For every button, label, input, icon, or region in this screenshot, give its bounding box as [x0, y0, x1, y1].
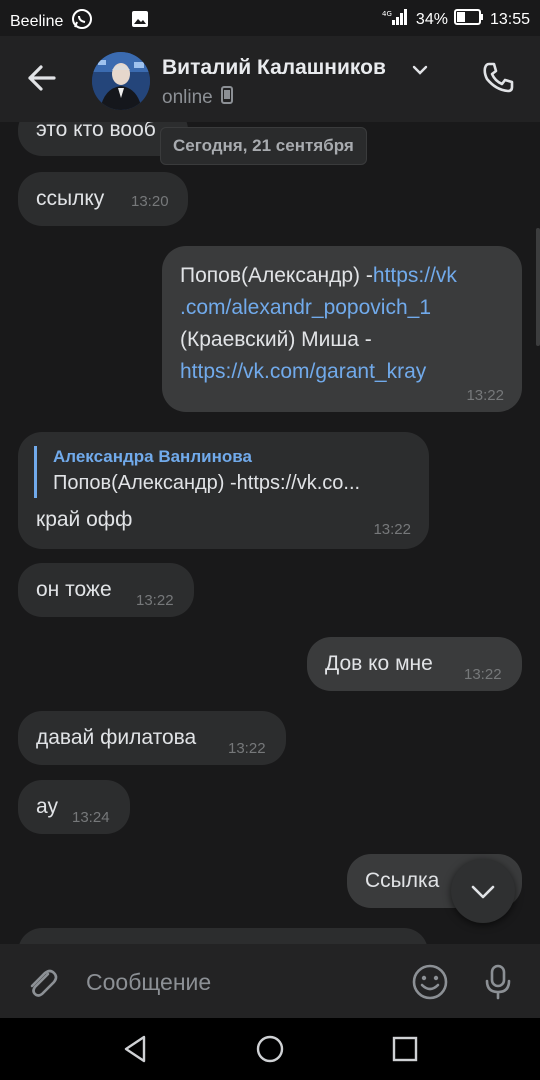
battery-percent: 34%: [415, 10, 448, 28]
chevron-down-icon[interactable]: [410, 60, 430, 80]
message-text: (Краевский) Миша -: [180, 328, 372, 351]
whatsapp-icon: [71, 8, 93, 35]
reply-text: Попов(Александр) -https://vk.co...: [53, 472, 361, 494]
signal-icon: 4G: [382, 8, 410, 31]
message-text: он тоже: [36, 578, 112, 601]
emoji-icon: [412, 964, 448, 1000]
message-bubble[interactable]: он тоже 13:22: [18, 563, 194, 617]
message-list[interactable]: это кто вооб Сегодня, 21 сентября ссылку…: [0, 122, 540, 944]
call-button[interactable]: [478, 58, 518, 98]
chevron-down-icon: [471, 885, 495, 899]
message-time: 13:20: [131, 193, 169, 210]
clock: 13:55: [489, 10, 530, 28]
message-bubble[interactable]: Александра Ванлинова Попов(Александр) -h…: [18, 432, 429, 549]
scrollbar[interactable]: [536, 228, 540, 346]
carrier-label: Beeline: [10, 12, 64, 30]
microphone-icon: [485, 964, 511, 1000]
message-time: 13:24: [72, 809, 110, 826]
message-bubble[interactable]: [18, 928, 428, 944]
chat-header: Виталий Калашников online: [0, 36, 540, 122]
voice-button[interactable]: [478, 962, 518, 1002]
message-text: край офф: [36, 508, 133, 531]
message-text: Попов(Александр) -: [180, 264, 373, 287]
system-nav-bar: [0, 1018, 540, 1080]
date-separator: Сегодня, 21 сентября: [160, 127, 367, 165]
message-text: ау: [36, 795, 58, 818]
image-icon: [131, 10, 149, 33]
message-text: Ссылка: [365, 869, 440, 892]
message-link[interactable]: https://vk: [373, 264, 457, 287]
nav-home-button[interactable]: [253, 1032, 287, 1066]
message-time: 13:22: [228, 740, 266, 757]
contact-name[interactable]: Виталий Калашников: [162, 56, 386, 80]
paperclip-icon: [30, 969, 58, 997]
contact-status: online: [162, 86, 233, 110]
phone-icon: [483, 62, 514, 93]
message-bubble[interactable]: давай филатова 13:22: [18, 711, 286, 765]
message-time: 13:22: [136, 592, 174, 609]
message-time: 13:22: [466, 387, 504, 404]
message-text: это кто вооб: [36, 122, 156, 141]
avatar[interactable]: [92, 52, 150, 110]
emoji-button[interactable]: [410, 962, 450, 1002]
reply-quote[interactable]: Александра Ванлинова Попов(Александр) -h…: [34, 446, 404, 498]
circle-home-icon: [256, 1035, 284, 1063]
message-text: ссылку: [36, 187, 105, 210]
message-link[interactable]: https://vk.com/garant_kray: [180, 360, 426, 383]
message-link[interactable]: .com/alexandr_popovich_1: [180, 296, 431, 319]
message-time: 13:22: [373, 521, 411, 538]
mobile-icon: [220, 86, 233, 110]
status-bar: Beeline 4G 34% 13:55: [0, 0, 540, 36]
square-recents-icon: [392, 1036, 418, 1062]
message-text: Дов ко мне: [325, 652, 433, 675]
back-button[interactable]: [22, 58, 62, 98]
message-input[interactable]: [86, 962, 386, 1002]
battery-icon: [453, 9, 484, 30]
scroll-down-button[interactable]: [451, 859, 515, 923]
back-arrow-icon: [28, 65, 56, 91]
nav-recents-button[interactable]: [388, 1032, 422, 1066]
reply-author: Александра Ванлинова: [53, 447, 252, 466]
message-time: 13:22: [464, 666, 502, 683]
message-bubble[interactable]: Попов(Александр) -https://vk .com/alexan…: [162, 246, 522, 412]
svg-text:4G: 4G: [382, 10, 392, 18]
composer: [0, 944, 540, 1018]
message-bubble[interactable]: Дов ко мне 13:22: [307, 637, 522, 691]
message-bubble[interactable]: ссылку 13:20: [18, 172, 188, 226]
status-text: online: [162, 87, 213, 108]
nav-back-button[interactable]: [118, 1032, 152, 1066]
triangle-back-icon: [124, 1035, 146, 1063]
message-text: давай филатова: [36, 726, 197, 749]
attach-button[interactable]: [22, 962, 62, 1002]
message-bubble[interactable]: ау 13:24: [18, 780, 130, 834]
